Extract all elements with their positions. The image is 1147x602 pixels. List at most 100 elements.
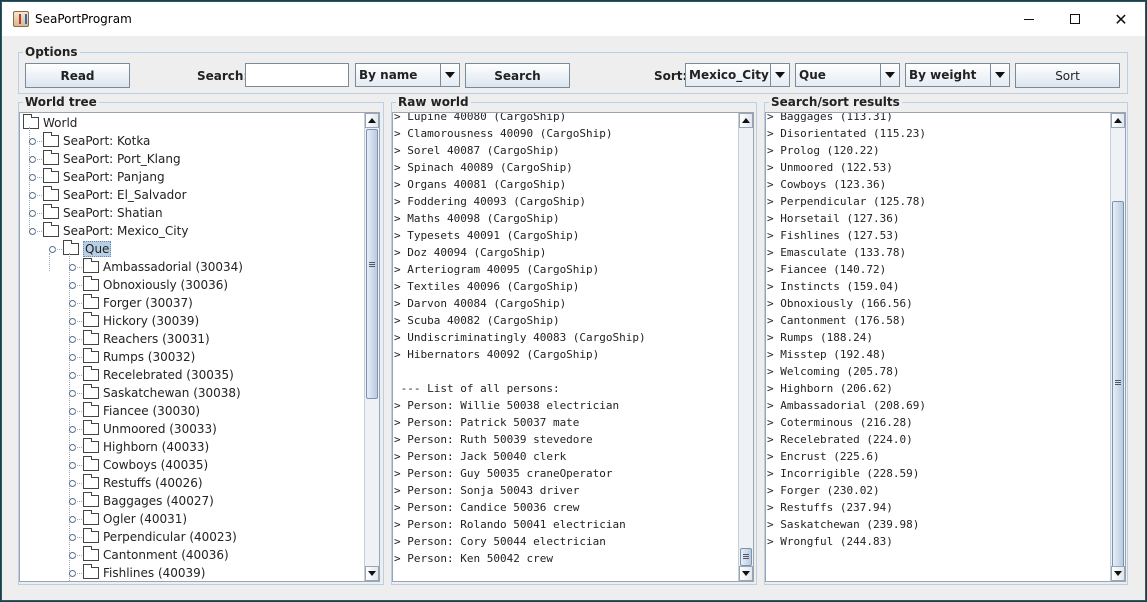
tree-node-port[interactable]: SeaPort: Mexico_City [43, 222, 188, 240]
tree-node-world-label: World [43, 116, 78, 130]
result-line: > Forger (230.02) [767, 484, 880, 497]
tree-node-ship[interactable]: Unmoored (30033) [83, 420, 217, 438]
raw-world-line: > Maths 40098 (CargoShip) [394, 212, 560, 225]
scroll-down-button[interactable] [1111, 566, 1125, 581]
scroll-thumb[interactable] [366, 129, 378, 399]
options-title: Options [23, 45, 80, 59]
tree-node-ship[interactable]: Baggages (40027) [83, 492, 214, 510]
tree-node-ship[interactable]: Hickory (30039) [83, 312, 199, 330]
tree-node-ship[interactable]: Recelebrated (30035) [83, 366, 234, 384]
tree-node-ship[interactable]: Saskatchewan (30038) [83, 384, 241, 402]
maximize-button[interactable] [1052, 2, 1098, 36]
result-line: > Misstep (192.48) [767, 348, 887, 361]
tree-connector [35, 213, 42, 214]
tree-node-ship-label: Perpendicular (40023) [103, 530, 237, 544]
tree-connector [75, 393, 82, 394]
raw-world-scrollbar[interactable] [738, 113, 753, 581]
tree-node-port-label: SeaPort: Port_Klang [63, 152, 181, 166]
folder-icon [83, 474, 99, 489]
tree-node-ship[interactable]: Ogler (40031) [83, 510, 187, 528]
raw-world-line: > Person: Candice 50036 crew [394, 501, 580, 514]
results-scrollbar[interactable] [1110, 113, 1125, 581]
raw-world-line: > Typesets 40091 (CargoShip) [394, 229, 580, 242]
results-title: Search/sort results [769, 95, 902, 109]
folder-icon [83, 258, 99, 273]
window-title: SeaPortProgram [35, 12, 132, 26]
scroll-down-icon [742, 571, 750, 576]
raw-world-line: > Person: Jack 50040 clerk [394, 450, 567, 463]
world-tree-view[interactable]: World SeaPort: Kotka SeaPort: Port_Klang Se… [19, 112, 380, 582]
tree-node-dock[interactable]: Que [63, 240, 112, 258]
tree-node-port[interactable]: SeaPort: Kotka [43, 132, 150, 150]
folder-icon [83, 384, 99, 399]
grip-icon [369, 262, 375, 267]
raw-world-line: > Clamorousness 40090 (CargoShip) [394, 127, 613, 140]
sort-criteria-value: By weight [909, 68, 977, 82]
tree-node-ship[interactable]: Ambassadorial (30034) [83, 258, 243, 276]
tree-node-ship[interactable]: Perpendicular (40023) [83, 528, 237, 546]
scroll-down-button[interactable] [739, 566, 753, 581]
raw-world-line [394, 363, 646, 380]
scroll-up-button[interactable] [365, 113, 379, 128]
search-button[interactable]: Search [465, 63, 570, 88]
folder-icon [83, 276, 99, 291]
tree-node-dock-label: Que [83, 241, 112, 257]
folder-icon [83, 456, 99, 471]
tree-node-ship[interactable]: Highborn (40033) [83, 438, 209, 456]
tree-node-ship[interactable]: Cantonment (40036) [83, 546, 229, 564]
scroll-up-button[interactable] [1111, 113, 1125, 128]
scroll-up-button[interactable] [739, 113, 753, 128]
result-line: > Instincts (159.04) [767, 280, 900, 293]
tree-node-ship[interactable]: Rumps (30032) [83, 348, 195, 366]
tree-node-port[interactable]: SeaPort: El_Salvador [43, 186, 187, 204]
result-line: > Incorrigible (228.59) [767, 467, 920, 480]
folder-icon [83, 492, 99, 507]
tree-node-ship[interactable]: Fiancee (30030) [83, 402, 200, 420]
folder-icon [83, 402, 99, 417]
tree-node-ship[interactable]: Restuffs (40026) [83, 474, 203, 492]
tree-connector [75, 303, 82, 304]
chevron-down-icon [440, 64, 459, 86]
tree-connector [75, 339, 82, 340]
raw-world-line: > Person: Ken 50042 crew [394, 552, 553, 565]
tree-node-ship[interactable]: Reachers (30031) [83, 330, 210, 348]
tree-node-ship-label: Rumps (30032) [103, 350, 196, 364]
tree-node-port[interactable]: SeaPort: Shatian [43, 204, 163, 222]
result-line: > Prolog (120.22) [767, 144, 880, 157]
folder-icon [83, 564, 99, 579]
tree-connector [75, 573, 82, 574]
raw-world-text[interactable]: > Lupine 40080 (CargoShip) > Clamorousnes… [392, 112, 754, 582]
result-line: > Obnoxiously (166.56) [767, 297, 913, 310]
scroll-up-icon [742, 118, 750, 123]
tree-node-ship[interactable]: Obnoxiously (30036) [83, 276, 228, 294]
result-line: > Wrongful (244.83) [767, 535, 893, 548]
result-line: > Disorientated (115.23) [767, 127, 926, 140]
tree-node-ship-label: Fiancee (30030) [103, 404, 201, 418]
tree-node-ship-label: Ambassadorial (30034) [103, 260, 243, 274]
search-type-select[interactable]: By name [355, 63, 460, 87]
tree-node-ship[interactable]: Cowboys (40035) [83, 456, 208, 474]
close-icon: ✕ [1114, 9, 1128, 29]
tree-connector [75, 285, 82, 286]
scroll-down-button[interactable] [365, 566, 379, 581]
scroll-thumb[interactable] [740, 548, 752, 566]
tree-node-port[interactable]: SeaPort: Panjang [43, 168, 165, 186]
sort-dock-select[interactable]: Que [795, 63, 900, 87]
sort-port-value: Mexico_City [689, 68, 769, 82]
raw-world-line: > Hibernators 40092 (CargoShip) [394, 348, 600, 361]
tree-node-ship[interactable]: Fishlines (40039) [83, 564, 205, 581]
tree-node-world[interactable]: World [23, 114, 77, 132]
sort-port-select[interactable]: Mexico_City [685, 63, 790, 87]
results-text[interactable]: > Baggages (113.31) > Disorientated (115.… [765, 112, 1126, 582]
search-input[interactable] [245, 63, 349, 87]
read-button[interactable]: Read [25, 63, 130, 88]
tree-node-port[interactable]: SeaPort: Port_Klang [43, 150, 181, 168]
title-bar: SeaPortProgram ✕ [2, 2, 1145, 36]
tree-node-ship[interactable]: Forger (30037) [83, 294, 193, 312]
world-tree-scrollbar[interactable] [364, 113, 379, 581]
scroll-thumb[interactable] [1112, 201, 1124, 568]
sort-criteria-select[interactable]: By weight [905, 63, 1010, 87]
sort-button[interactable]: Sort [1015, 63, 1120, 88]
minimize-button[interactable] [1006, 2, 1052, 36]
close-button[interactable]: ✕ [1098, 2, 1144, 36]
